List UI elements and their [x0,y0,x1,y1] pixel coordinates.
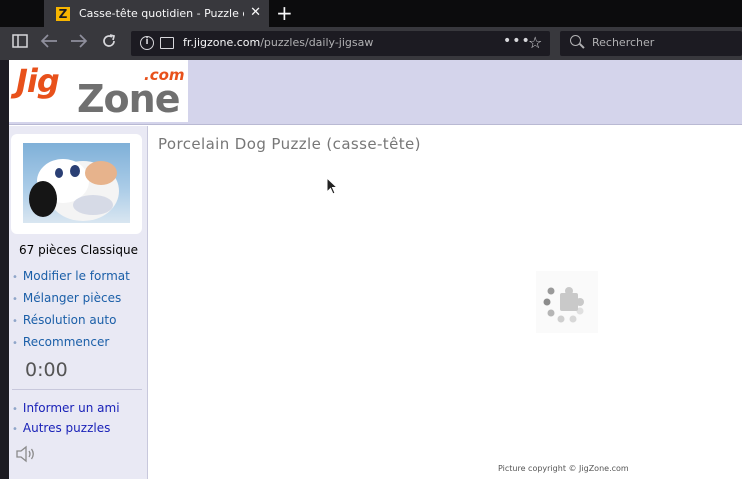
puzzle-thumbnail[interactable] [23,143,130,223]
restart-link[interactable]: • Recommencer [12,335,109,349]
pieces-count: 67 pièces Classique [19,243,138,257]
logo-jig: Jig [16,62,60,100]
auto-solve-link[interactable]: • Résolution auto [12,313,116,327]
speaker-icon[interactable] [15,444,39,464]
logo-com: .com [144,66,185,84]
loading-spinner-icon [536,271,598,333]
link-label: Recommencer [22,335,110,349]
bullet-icon: • [12,424,18,435]
search-bar[interactable]: Rechercher [560,31,742,56]
sidebar-icon[interactable] [12,33,28,53]
close-icon[interactable]: ✕ [250,6,261,20]
url-domain: fr.jigzone.com [183,36,261,49]
bookmark-star-icon[interactable]: ☆ [528,33,542,52]
image-icon[interactable] [160,37,174,49]
more-puzzles-link[interactable]: • Autres puzzles [12,421,110,435]
tab-bar: Z Casse-tête quotidien - Puzzle du ✕ + [0,0,742,27]
browser-tab[interactable]: Z Casse-tête quotidien - Puzzle du ✕ [44,0,269,27]
forward-icon[interactable] [70,33,88,53]
change-format-link[interactable]: • Modifier le format [12,269,130,283]
bullet-icon: • [12,316,18,327]
mouse-cursor [326,176,339,199]
shuffle-pieces-link[interactable]: • Mélanger pièces [12,291,121,305]
link-label: Modifier le format [22,269,130,283]
tell-friend-link[interactable]: • Informer un ami [12,401,120,415]
link-label: Autres puzzles [22,421,111,435]
search-placeholder: Rechercher [592,36,655,49]
link-label: Informer un ami [22,401,120,415]
site-favicon-icon: Z [56,6,70,21]
url-text[interactable]: fr.jigzone.com/puzzles/daily-jigsaw [183,36,373,49]
more-icon[interactable]: ••• [503,33,531,49]
site-header: Jig Zone .com [9,60,742,125]
reload-icon[interactable] [101,33,117,54]
link-label: Résolution auto [22,313,117,327]
puzzle-timer: 0:00 [25,359,68,381]
jigzone-logo[interactable]: Jig Zone .com [9,60,188,122]
bullet-icon: • [12,294,18,305]
url-path: /puzzles/daily-jigsaw [260,36,374,49]
info-icon[interactable]: i [140,36,154,50]
url-bar[interactable]: i fr.jigzone.com/puzzles/daily-jigsaw ••… [131,31,550,56]
puzzle-sidebar: 67 pièces Classique • Modifier le format … [9,126,148,479]
back-icon[interactable] [40,33,58,53]
nav-bar: i fr.jigzone.com/puzzles/daily-jigsaw ••… [0,27,742,60]
copyright-notice: Picture copyright © JigZone.com [498,464,629,473]
web-page: Jig Zone .com 67 pièces Classique • Modif… [9,60,742,479]
bullet-icon: • [12,272,18,283]
thumbnail-card[interactable] [11,134,142,234]
sidebar-divider [12,389,142,390]
link-label: Mélanger pièces [22,291,122,305]
puzzle-title: Porcelain Dog Puzzle (casse-tête) [158,135,421,153]
new-tab-button[interactable]: + [276,2,293,24]
tab-title: Casse-tête quotidien - Puzzle du [79,7,244,20]
bullet-icon: • [12,404,18,415]
search-icon [570,35,581,46]
bullet-icon: • [12,338,18,349]
